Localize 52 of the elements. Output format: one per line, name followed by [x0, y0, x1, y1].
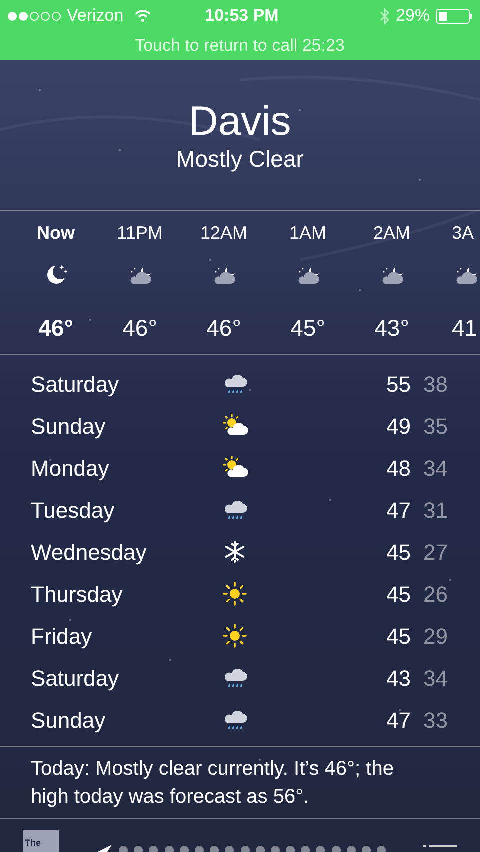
hour-label: 3A [452, 222, 474, 245]
day-name: Saturday [31, 370, 120, 399]
high-temperature: 47 [386, 496, 411, 524]
high-temperature: 45 [386, 622, 411, 650]
weather-logo-link[interactable]: The [23, 830, 59, 852]
battery-icon [436, 8, 472, 24]
low-temperature: 31 [422, 496, 448, 524]
forecast-summary: Today: Mostly clear currently. It’s 46°; the high today was forecast as 56°. [31, 757, 395, 810]
hour-label: Now [37, 222, 75, 245]
hour-temperature: 46° [38, 314, 74, 343]
low-temperature: 34 [422, 664, 448, 692]
sun-icon [221, 622, 249, 650]
hour-temperature: 45° [290, 314, 326, 343]
city-name: Davis [188, 98, 292, 144]
day-name: Saturday [31, 664, 120, 693]
carrier-name: Verizon [67, 5, 124, 28]
day-name: Thursday [31, 580, 124, 609]
day-name: Tuesday [31, 496, 116, 525]
high-temperature: 47 [386, 706, 411, 734]
hour-label: 12AM [200, 222, 248, 245]
high-temperature: 45 [386, 580, 411, 608]
low-temperature: 29 [422, 622, 448, 650]
high-temperature: 49 [386, 412, 411, 440]
weather-condition: Mostly Clear [176, 145, 304, 174]
bluetooth-icon [380, 8, 390, 24]
low-temperature: 35 [422, 412, 448, 440]
high-temperature: 48 [386, 454, 411, 482]
signal-strength-icon [8, 12, 61, 20]
hour-temperature: 43° [374, 314, 410, 343]
high-temperature: 45 [386, 538, 411, 566]
low-temperature: 26 [422, 580, 448, 608]
hour-temperature: 46° [206, 314, 242, 343]
high-temperature: 55 [386, 370, 411, 398]
low-temperature: 33 [422, 706, 448, 734]
hour-temperature: 41 [452, 314, 478, 343]
hour-label: 2AM [373, 222, 410, 245]
day-name: Sunday [31, 706, 107, 735]
battery-percentage: 29% [396, 5, 430, 28]
sun-icon [221, 580, 249, 608]
high-temperature: 43 [386, 664, 411, 692]
low-temperature: 38 [422, 370, 448, 398]
day-name: Friday [31, 622, 94, 651]
wifi-icon [134, 9, 152, 23]
hour-label: 11PM [117, 222, 163, 245]
hour-label: 1AM [289, 222, 326, 245]
clock-time: 10:53 PM [204, 5, 280, 28]
day-name: Wednesday [31, 538, 148, 567]
low-temperature: 34 [422, 454, 448, 482]
day-name: Sunday [31, 412, 107, 441]
low-temperature: 27 [422, 538, 448, 566]
day-name: Monday [31, 454, 110, 483]
hour-temperature: 46° [122, 314, 158, 343]
